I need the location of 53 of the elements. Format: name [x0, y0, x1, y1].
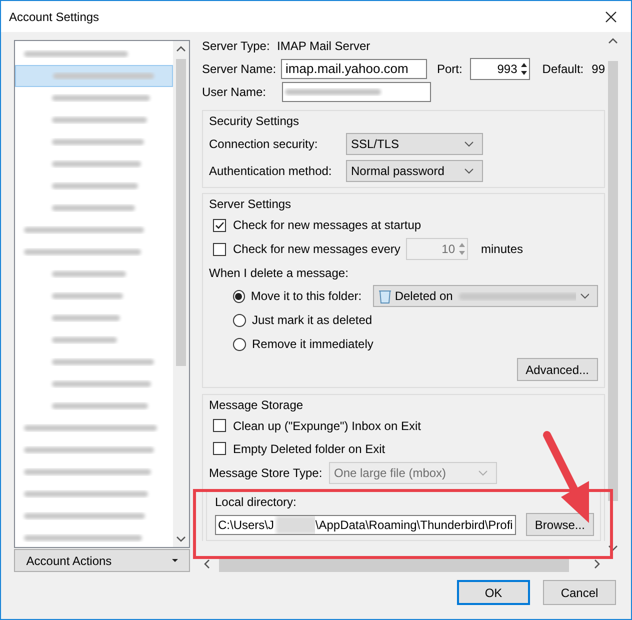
dropdown[interactable]: Normal password [346, 160, 483, 182]
field-label: User Name: [202, 84, 268, 98]
radio-label[interactable]: Move it to this folder: [250, 289, 373, 303]
scroll-thumb[interactable] [608, 61, 618, 501]
field-label: Port: [436, 62, 464, 76]
group-title: Message Storage [209, 398, 304, 414]
field-label: Server Name: [202, 62, 278, 76]
folder-dropdown[interactable]: Deleted on [373, 285, 598, 307]
field-label: Authentication method: [209, 164, 333, 178]
checkbox[interactable] [213, 218, 226, 232]
radio-button[interactable] [233, 290, 245, 302]
chevron-down-icon [464, 140, 474, 146]
window-title: Account Settings [9, 10, 100, 24]
checkbox-label[interactable]: Check for new messages at startup [233, 218, 422, 232]
dropdown-arrow-icon [172, 558, 178, 562]
radio-button[interactable] [233, 314, 246, 326]
chevron-down-icon [580, 293, 589, 299]
port-field[interactable]: 993 [470, 58, 530, 80]
field-label: Default: [542, 62, 584, 76]
group-title: Security Settings [209, 114, 300, 130]
field-label: Message Store Type: [209, 466, 324, 480]
redacted-text [274, 516, 316, 534]
dialog-button[interactable]: Cancel [543, 580, 616, 605]
scroll-thumb[interactable] [176, 59, 186, 366]
field-label: Server Type: [202, 38, 271, 52]
scrollbar[interactable] [173, 41, 189, 547]
dropdown[interactable]: SSL/TLS [346, 132, 483, 154]
field-label: Local directory: [215, 495, 298, 511]
user-name-field[interactable] [282, 82, 431, 102]
field-value: IMAP Mail Server [277, 38, 370, 52]
redacted-text [49, 335, 120, 345]
chevron-down-icon [464, 168, 474, 174]
checkbox[interactable] [213, 442, 226, 455]
chevron-down-icon [478, 470, 488, 476]
group-title: Server Settings [209, 197, 292, 213]
checkbox-label[interactable]: Clean up ("Expunge") Inbox on Exit [233, 418, 421, 432]
server-name-field[interactable]: imap.mail.yahoo.com [280, 58, 427, 78]
advanced-button[interactable]: Advanced... [516, 358, 598, 381]
radio-button[interactable] [233, 338, 246, 350]
local-directory-field[interactable]: C:\Users\J \AppData\Roaming\Thunderbird\Profi [215, 514, 516, 534]
account-actions-button[interactable]: Account Actions [14, 549, 190, 572]
checkbox[interactable] [213, 419, 226, 432]
section-label: When I delete a message: [209, 266, 348, 280]
unit-label: minutes [481, 242, 524, 256]
tree-item[interactable] [15, 65, 173, 87]
radio-label[interactable]: Remove it immediately [252, 337, 388, 351]
close-icon[interactable] [605, 10, 617, 22]
field-label: Connection security: [209, 136, 319, 150]
checkbox-label[interactable]: Empty Deleted folder on Exit [233, 442, 386, 456]
browse-button[interactable]: Browse... [526, 513, 594, 536]
field-value: 99 [592, 62, 605, 76]
dialog-button[interactable]: OK [457, 580, 530, 605]
radio-label[interactable]: Just mark it as deleted [252, 313, 388, 327]
